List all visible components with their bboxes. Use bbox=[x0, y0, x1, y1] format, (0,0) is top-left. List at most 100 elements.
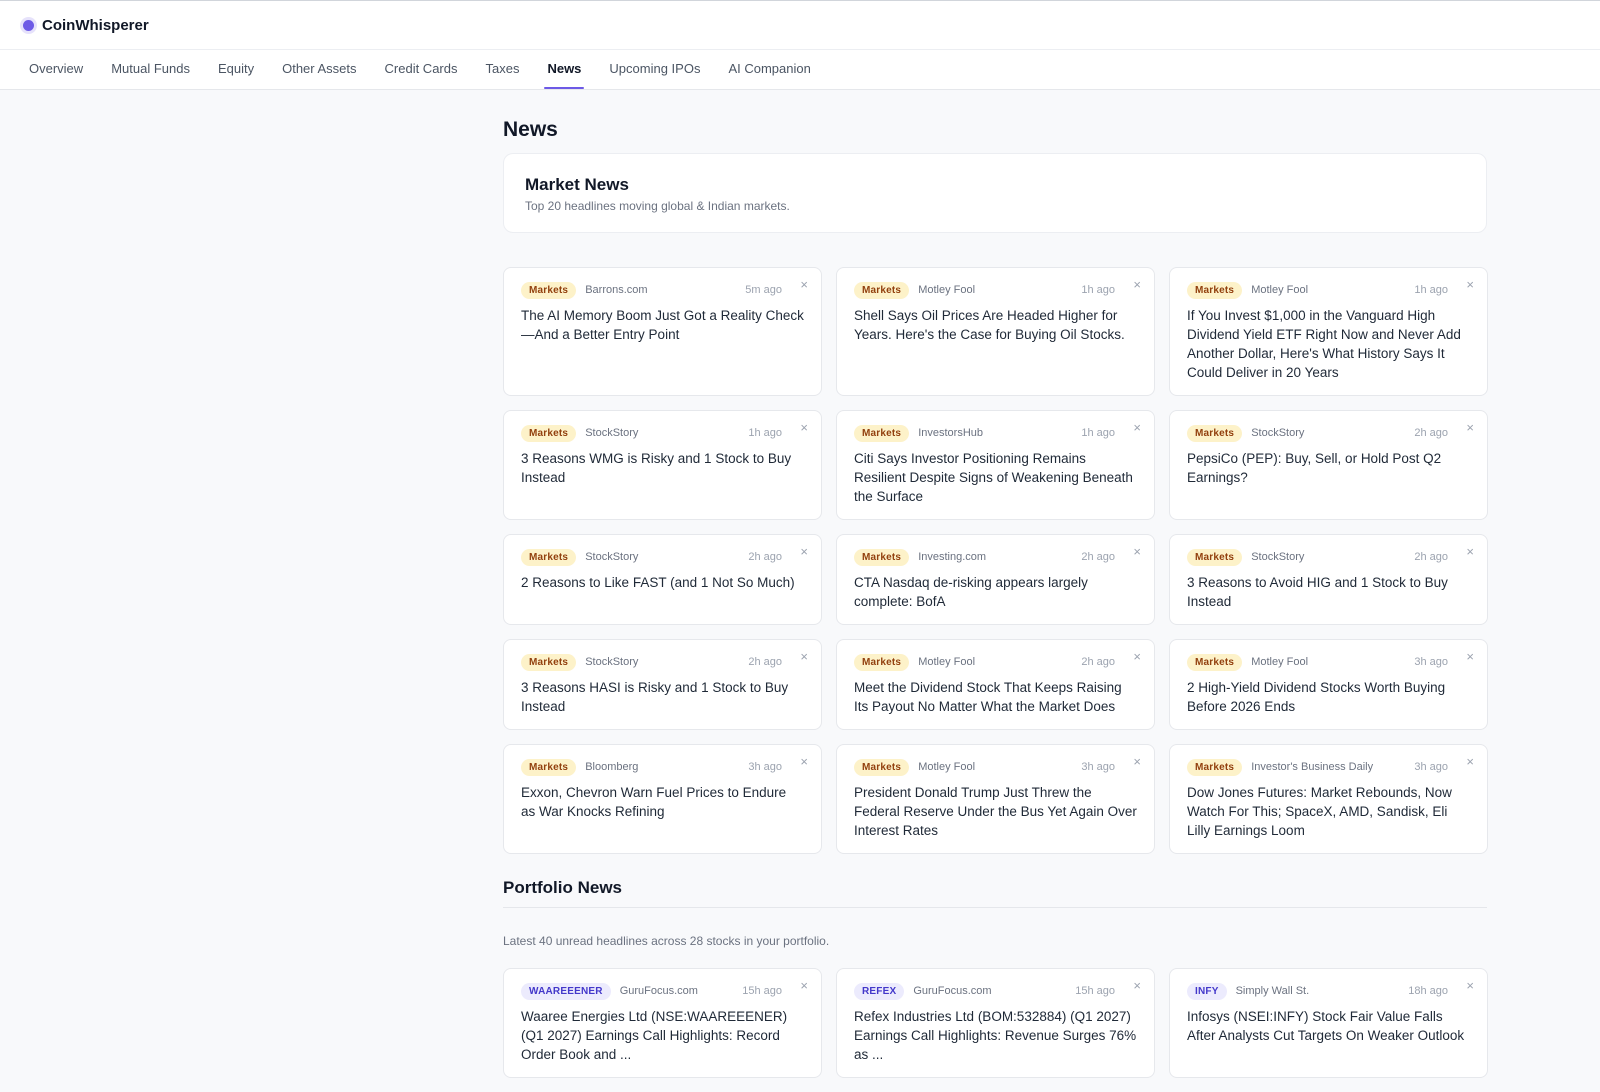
ticker-badge: INFY bbox=[1187, 982, 1227, 1000]
close-icon[interactable]: × bbox=[1133, 421, 1141, 434]
news-headline[interactable]: Shell Says Oil Prices Are Headed Higher … bbox=[854, 306, 1137, 344]
market-news-subtitle: Top 20 headlines moving global & Indian … bbox=[525, 199, 790, 213]
category-badge: Markets bbox=[1187, 281, 1243, 299]
news-source: GuruFocus.com bbox=[913, 985, 992, 997]
news-headline[interactable]: 2 Reasons to Like FAST (and 1 Not So Muc… bbox=[521, 573, 804, 592]
news-card[interactable]: Markets Investing.com 2h ago × CTA Nasdaq de… bbox=[836, 534, 1155, 625]
close-icon[interactable]: × bbox=[1133, 979, 1141, 992]
portfolio-news-title: Portfolio News bbox=[503, 868, 1487, 908]
news-card[interactable]: Markets StockStory 2h ago × PepsiCo (PEP): B… bbox=[1169, 410, 1488, 520]
tab-upcoming-ipos[interactable]: Upcoming IPOs bbox=[609, 50, 700, 89]
category-badge: Markets bbox=[854, 548, 910, 566]
close-icon[interactable]: × bbox=[800, 755, 808, 768]
news-headline[interactable]: Waaree Energies Ltd (NSE:WAAREEENER) (Q1… bbox=[521, 1007, 804, 1064]
category-badge: Markets bbox=[1187, 653, 1243, 671]
news-headline[interactable]: 3 Reasons HASI is Risky and 1 Stock to B… bbox=[521, 678, 804, 716]
portfolio-news-subtitle: Latest 40 unread headlines across 28 sto… bbox=[503, 934, 830, 948]
news-source: StockStory bbox=[1251, 427, 1305, 439]
news-headline[interactable]: Citi Says Investor Positioning Remains R… bbox=[854, 449, 1137, 506]
news-card[interactable]: Markets StockStory 2h ago × 3 Reasons to Avo… bbox=[1169, 534, 1488, 625]
close-icon[interactable]: × bbox=[800, 650, 808, 663]
category-badge: Markets bbox=[1187, 424, 1243, 442]
news-time: 1h ago bbox=[1414, 284, 1448, 296]
news-headline[interactable]: Dow Jones Futures: Market Rebounds, Now … bbox=[1187, 783, 1470, 840]
close-icon[interactable]: × bbox=[800, 979, 808, 992]
news-card[interactable]: Markets StockStory 2h ago × 3 Reasons HASI i… bbox=[503, 639, 822, 730]
tab-news[interactable]: News bbox=[544, 50, 585, 89]
tab-taxes[interactable]: Taxes bbox=[485, 50, 519, 89]
close-icon[interactable]: × bbox=[800, 545, 808, 558]
news-source: Investor's Business Daily bbox=[1251, 761, 1374, 773]
news-card[interactable]: Markets Barrons.com 5m ago × The AI Memory B… bbox=[503, 267, 822, 396]
card-meta: Markets Investor's Business Daily 3h ago bbox=[1187, 758, 1470, 776]
news-source: Motley Fool bbox=[918, 656, 976, 668]
close-icon[interactable]: × bbox=[800, 278, 808, 291]
close-icon[interactable]: × bbox=[1133, 755, 1141, 768]
close-icon[interactable]: × bbox=[1133, 650, 1141, 663]
card-meta: Markets StockStory 1h ago bbox=[521, 424, 804, 442]
news-source: GuruFocus.com bbox=[619, 985, 698, 997]
news-card[interactable]: Markets Motley Fool 3h ago × President Donal… bbox=[836, 744, 1155, 854]
news-headline[interactable]: Meet the Dividend Stock That Keeps Raisi… bbox=[854, 678, 1137, 716]
close-icon[interactable]: × bbox=[1466, 755, 1474, 768]
close-icon[interactable]: × bbox=[1466, 979, 1474, 992]
close-icon[interactable]: × bbox=[1466, 278, 1474, 291]
news-card[interactable]: WAAREEENER GuruFocus.com 15h ago × Waaree En… bbox=[503, 968, 822, 1078]
news-headline[interactable]: The AI Memory Boom Just Got a Reality Ch… bbox=[521, 306, 804, 344]
market-news-title: Market News bbox=[525, 175, 629, 194]
news-main: News Market News Top 20 headlines moving… bbox=[503, 118, 1488, 1092]
news-headline[interactable]: Exxon, Chevron Warn Fuel Prices to Endur… bbox=[521, 783, 804, 821]
category-badge: Markets bbox=[854, 653, 910, 671]
logo-icon bbox=[23, 19, 34, 31]
card-meta: Markets Barrons.com 5m ago bbox=[521, 281, 804, 299]
news-time: 15h ago bbox=[1075, 985, 1115, 997]
close-icon[interactable]: × bbox=[800, 421, 808, 434]
market-news-grid: Markets Barrons.com 5m ago × The AI Memory B… bbox=[503, 267, 1488, 868]
news-time: 15h ago bbox=[742, 985, 782, 997]
news-time: 2h ago bbox=[1414, 427, 1448, 439]
news-card[interactable]: Markets InvestorsHub 1h ago × Citi Says Inve… bbox=[836, 410, 1155, 520]
news-headline[interactable]: President Donald Trump Just Threw the Fe… bbox=[854, 783, 1137, 840]
category-badge: Markets bbox=[854, 758, 910, 776]
tab-credit-cards[interactable]: Credit Cards bbox=[385, 50, 458, 89]
news-card[interactable]: Markets Motley Fool 2h ago × Meet the Divide… bbox=[836, 639, 1155, 730]
news-card[interactable]: Markets Investor's Business Daily 3h ago × D… bbox=[1169, 744, 1488, 854]
category-badge: Markets bbox=[854, 424, 910, 442]
news-time: 3h ago bbox=[1414, 761, 1448, 773]
close-icon[interactable]: × bbox=[1133, 545, 1141, 558]
news-row: Markets StockStory 2h ago × 2 Reasons to Lik… bbox=[503, 534, 1488, 639]
news-headline[interactable]: 3 Reasons WMG is Risky and 1 Stock to Bu… bbox=[521, 449, 804, 487]
card-meta: Markets InvestorsHub 1h ago bbox=[854, 424, 1137, 442]
app-name[interactable]: CoinWhisperer bbox=[42, 17, 149, 34]
close-icon[interactable]: × bbox=[1133, 278, 1141, 291]
news-headline[interactable]: Infosys (NSEI:INFY) Stock Fair Value Fal… bbox=[1187, 1007, 1470, 1045]
close-icon[interactable]: × bbox=[1466, 421, 1474, 434]
news-headline[interactable]: If You Invest $1,000 in the Vanguard Hig… bbox=[1187, 306, 1470, 382]
card-meta: Markets Motley Fool 1h ago bbox=[1187, 281, 1470, 299]
tab-equity[interactable]: Equity bbox=[218, 50, 254, 89]
tab-mutual-funds[interactable]: Mutual Funds bbox=[111, 50, 190, 89]
news-card[interactable]: Markets Motley Fool 1h ago × Shell Says Oil … bbox=[836, 267, 1155, 396]
news-card[interactable]: INFY Simply Wall St. 18h ago × Infosys (NSEI… bbox=[1169, 968, 1488, 1078]
news-headline[interactable]: PepsiCo (PEP): Buy, Sell, or Hold Post Q… bbox=[1187, 449, 1470, 487]
tab-ai-companion[interactable]: AI Companion bbox=[728, 50, 810, 89]
top-bar: CoinWhisperer bbox=[0, 0, 1600, 50]
news-card[interactable]: Markets StockStory 1h ago × 3 Reasons WMG is… bbox=[503, 410, 822, 520]
news-headline[interactable]: 2 High-Yield Dividend Stocks Worth Buyin… bbox=[1187, 678, 1470, 716]
ticker-badge: REFEX bbox=[854, 982, 905, 1000]
news-card[interactable]: REFEX GuruFocus.com 15h ago × Refex Industri… bbox=[836, 968, 1155, 1078]
news-card[interactable]: Markets Motley Fool 3h ago × 2 High-Yield Di… bbox=[1169, 639, 1488, 730]
card-meta: Markets Motley Fool 3h ago bbox=[854, 758, 1137, 776]
category-badge: Markets bbox=[1187, 758, 1243, 776]
tab-other-assets[interactable]: Other Assets bbox=[282, 50, 356, 89]
news-headline[interactable]: Refex Industries Ltd (BOM:532884) (Q1 20… bbox=[854, 1007, 1137, 1064]
news-headline[interactable]: 3 Reasons to Avoid HIG and 1 Stock to Bu… bbox=[1187, 573, 1470, 611]
news-card[interactable]: Markets StockStory 2h ago × 2 Reasons to Lik… bbox=[503, 534, 822, 625]
close-icon[interactable]: × bbox=[1466, 650, 1474, 663]
close-icon[interactable]: × bbox=[1466, 545, 1474, 558]
news-card[interactable]: Markets Bloomberg 3h ago × Exxon, Chevron Wa… bbox=[503, 744, 822, 854]
news-time: 1h ago bbox=[1081, 284, 1115, 296]
news-headline[interactable]: CTA Nasdaq de-risking appears largely co… bbox=[854, 573, 1137, 611]
news-card[interactable]: Markets Motley Fool 1h ago × If You Invest $… bbox=[1169, 267, 1488, 396]
tab-overview[interactable]: Overview bbox=[29, 50, 83, 89]
